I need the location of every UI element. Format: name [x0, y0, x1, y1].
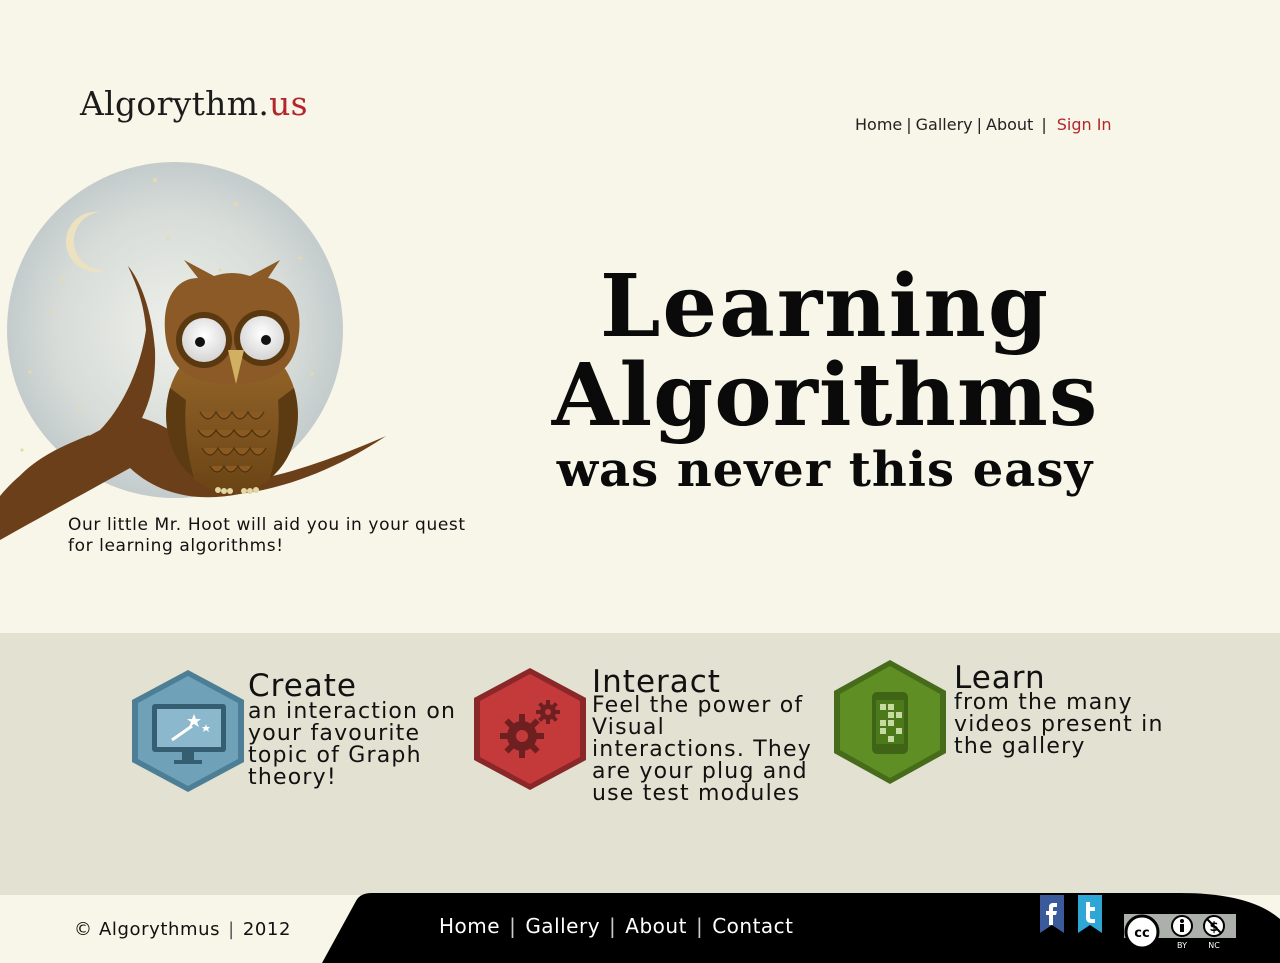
copyright-name: Algorythmus [98, 919, 221, 940]
nav-gallery-link[interactable]: Gallery [916, 115, 973, 134]
feature-interact-desc-line: interactions. They [592, 737, 812, 762]
feature-learn-desc-line: the gallery [954, 734, 1086, 759]
logo-main: Algorythm [80, 84, 259, 123]
copyright-symbol: © [74, 919, 93, 940]
feature-learn-description: from the many videos present in the gall… [954, 692, 1164, 758]
feature-create-desc-line: an interaction on [248, 699, 457, 724]
footer-home-link[interactable]: Home [439, 914, 500, 938]
owl-on-branch-icon [0, 160, 420, 550]
hero-title-line3: was never this easy [556, 442, 1094, 498]
footer-contact-link[interactable]: Contact [712, 914, 793, 938]
nav-about-link[interactable]: About [986, 115, 1033, 134]
footer-nav: Home | Gallery | About | Contact [439, 914, 794, 938]
facebook-icon[interactable] [1040, 895, 1064, 933]
copyright-separator: | [228, 919, 235, 940]
feature-create-desc-line: topic of Graph [248, 743, 422, 768]
nav-separator: | [976, 115, 983, 134]
footer-nav-separator: | [509, 914, 517, 938]
hero-caption: Our little Mr. Hoot will aid you in your… [68, 515, 466, 556]
creative-commons-license-icon[interactable]: cc $ BY NC [1122, 912, 1238, 952]
hero-title-line2: Algorithms [551, 345, 1099, 446]
copyright-year: 2012 [242, 919, 292, 940]
feature-create-title: Create [248, 668, 358, 704]
cc-nc-label: NC [1208, 941, 1220, 950]
site-logo[interactable]: Algorythm.us [80, 84, 308, 123]
gears-icon [474, 668, 586, 790]
feature-interact-desc-line: are your plug and [592, 759, 808, 784]
feature-create-desc-line: your favourite [248, 721, 421, 746]
nav-signin-link[interactable]: Sign In [1057, 115, 1112, 134]
footer-about-link[interactable]: About [625, 914, 687, 938]
phone-grid-icon [834, 660, 946, 784]
twitter-icon[interactable] [1078, 895, 1102, 933]
top-nav: Home | Gallery | About | Sign In [855, 115, 1112, 134]
feature-interact-description: Feel the power of Visual interactions. T… [592, 695, 812, 805]
feature-learn[interactable]: Learn from the many videos present in th… [832, 658, 1182, 788]
feature-learn-desc-line: from the many [954, 690, 1133, 715]
feature-learn-desc-line: videos present in [954, 712, 1164, 737]
nav-separator: | [1041, 115, 1047, 134]
logo-dot: . [258, 84, 270, 123]
nav-separator: | [906, 115, 912, 134]
cc-by-label: BY [1177, 941, 1187, 950]
footer-gallery-link[interactable]: Gallery [525, 914, 600, 938]
copyright: © Algorythmus | 2012 [74, 919, 291, 940]
monitor-wand-icon [132, 670, 244, 792]
feature-create[interactable]: Create an interaction on your favourite … [130, 668, 470, 798]
footer-nav-separator: | [609, 914, 617, 938]
feature-create-description: an interaction on your favourite topic o… [248, 701, 456, 789]
feature-create-desc-line: theory! [248, 765, 337, 790]
feature-interact-desc-line: Feel the power of [592, 693, 804, 718]
feature-interact-desc-line: use test modules [592, 781, 801, 806]
cc-label: cc [1134, 926, 1149, 941]
hero-title: Learning Algorithms was never this easy [500, 262, 1150, 500]
footer-nav-separator: | [695, 914, 704, 938]
feature-interact[interactable]: Interact Feel the power of Visual intera… [472, 666, 822, 808]
feature-interact-desc-line: Visual [592, 715, 665, 740]
nav-home-link[interactable]: Home [855, 115, 902, 134]
hero-title-line1: Learning [599, 256, 1051, 357]
logo-tld: us [269, 84, 308, 123]
